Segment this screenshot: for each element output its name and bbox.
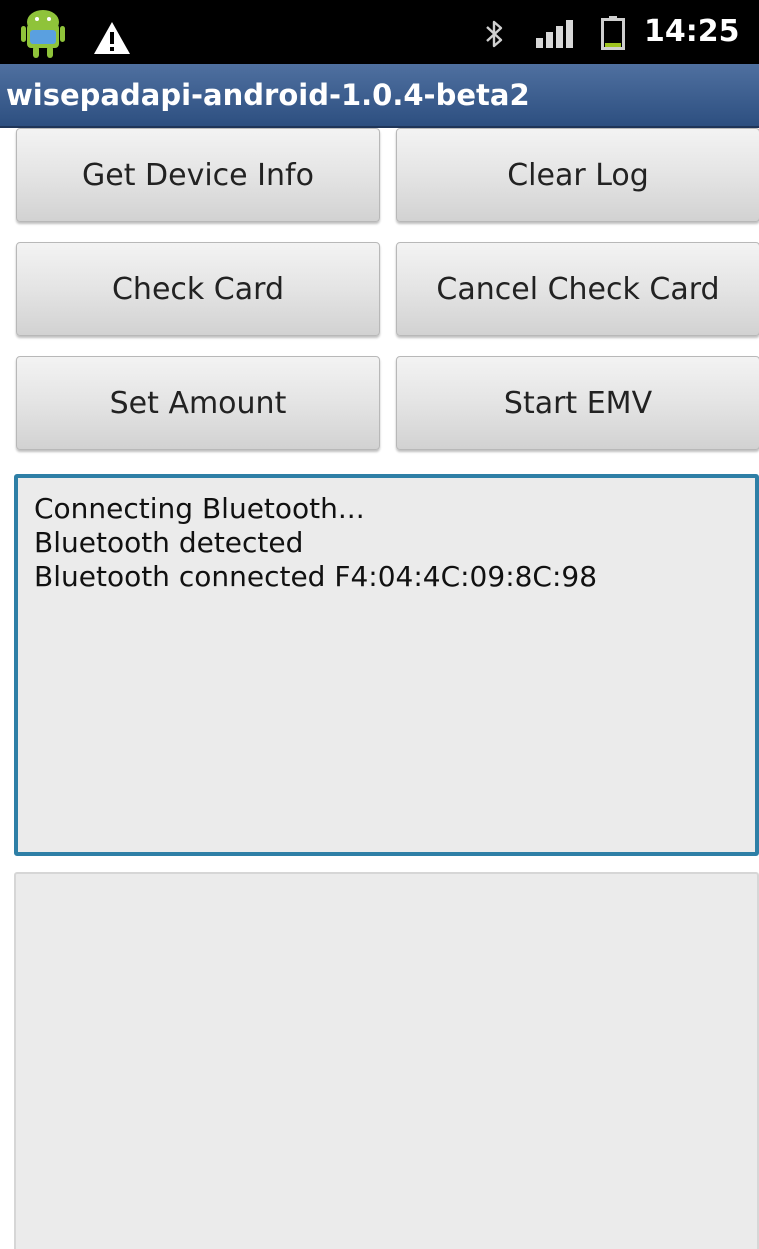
clear-log-button[interactable]: Clear Log	[396, 128, 759, 222]
set-amount-button[interactable]: Set Amount	[16, 356, 380, 450]
battery-icon	[601, 16, 625, 50]
bluetooth-icon	[486, 20, 503, 48]
log-line: Connecting Bluetooth...	[34, 492, 365, 525]
log-text-area[interactable]: Connecting Bluetooth... Bluetooth detect…	[14, 474, 759, 856]
log-line: Bluetooth detected	[34, 526, 304, 559]
app-title-bar: wisepadapi-android-1.0.4-beta2	[0, 64, 759, 128]
status-bar: 14:25	[0, 0, 759, 64]
log-line: Bluetooth connected F4:04:4C:09:8C:98	[34, 560, 598, 593]
main-content: Get Device Info Clear Log Check Card Can…	[0, 128, 759, 1249]
phone-screen: 14:25 wisepadapi-android-1.0.4-beta2 Get…	[0, 0, 759, 1249]
signal-icon	[536, 20, 573, 48]
check-card-button[interactable]: Check Card	[16, 242, 380, 336]
cancel-check-card-button[interactable]: Cancel Check Card	[396, 242, 759, 336]
app-title: wisepadapi-android-1.0.4-beta2	[6, 78, 530, 112]
status-clock: 14:25	[644, 14, 740, 49]
get-device-info-button[interactable]: Get Device Info	[16, 128, 380, 222]
output-text-area[interactable]	[14, 872, 759, 1249]
warning-icon	[94, 22, 130, 54]
android-notification-icon	[21, 10, 65, 58]
start-emv-button[interactable]: Start EMV	[396, 356, 759, 450]
